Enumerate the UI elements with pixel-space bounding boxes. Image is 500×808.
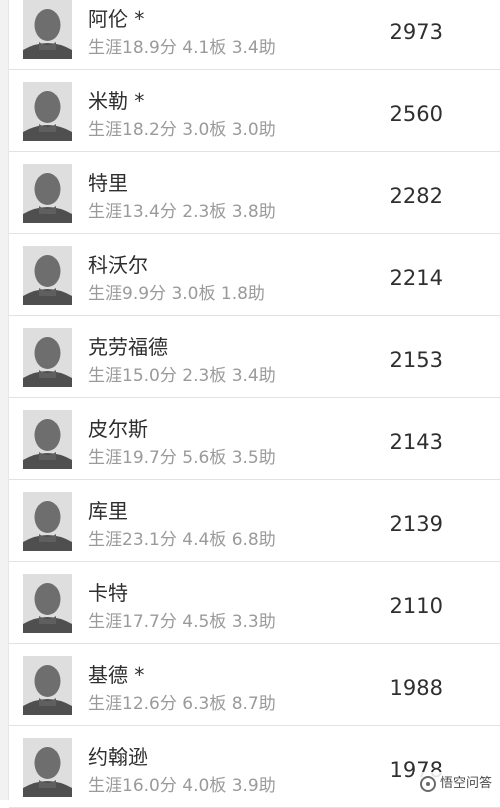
player-row[interactable]: 米勒 * 生涯18.2分 3.0板 3.0助 2560 xyxy=(9,70,500,152)
watermark-text: 悟空问答 xyxy=(439,776,492,791)
player-name: 卡特 xyxy=(88,581,128,605)
player-score: 2560 xyxy=(389,102,443,126)
player-name: 基德 * xyxy=(88,663,145,687)
left-rail xyxy=(0,0,9,800)
player-career-stats: 生涯12.6分 6.3板 8.7助 xyxy=(88,694,276,714)
player-name: 约翰逊 xyxy=(88,745,148,769)
player-score: 2139 xyxy=(389,512,443,536)
player-score: 2153 xyxy=(389,348,443,372)
player-career-stats: 生涯13.4分 2.3板 3.8助 xyxy=(88,202,276,222)
player-ranking-list: 阿伦 * 生涯18.9分 4.1板 3.4助 2973 米勒 * 生涯18.2分 3.0… xyxy=(9,0,500,808)
player-score: 2110 xyxy=(389,594,443,618)
player-career-stats: 生涯9.9分 3.0板 1.8助 xyxy=(88,284,265,304)
player-score: 2282 xyxy=(389,184,443,208)
player-name: 皮尔斯 xyxy=(88,417,148,441)
player-name: 米勒 * xyxy=(88,89,145,113)
player-name: 库里 xyxy=(88,499,128,523)
player-avatar xyxy=(23,492,72,551)
player-avatar xyxy=(23,574,72,633)
player-avatar xyxy=(23,246,72,305)
player-career-stats: 生涯15.0分 2.3板 3.4助 xyxy=(88,366,276,386)
player-avatar xyxy=(23,0,72,59)
player-score: 2214 xyxy=(389,266,443,290)
player-score: 2973 xyxy=(389,20,443,44)
player-row[interactable]: 克劳福德生涯15.0分 2.3板 3.4助 2153 xyxy=(9,316,500,398)
player-score: 1988 xyxy=(389,676,443,700)
player-row[interactable]: 卡特生涯17.7分 4.5板 3.3助 2110 xyxy=(9,562,500,644)
player-name: 科沃尔 xyxy=(88,253,148,277)
player-avatar xyxy=(23,82,72,141)
player-row[interactable]: 科沃尔生涯9.9分 3.0板 1.8助 2214 xyxy=(9,234,500,316)
player-score: 2143 xyxy=(389,430,443,454)
player-career-stats: 生涯18.9分 4.1板 3.4助 xyxy=(88,38,276,58)
wukong-logo-icon xyxy=(419,776,436,792)
player-career-stats: 生涯23.1分 4.4板 6.8助 xyxy=(88,530,276,550)
player-avatar xyxy=(23,164,72,223)
player-row[interactable]: 基德 * 生涯12.6分 6.3板 8.7助 1988 xyxy=(9,644,500,726)
player-row[interactable]: 库里生涯23.1分 4.4板 6.8助 2139 xyxy=(9,480,500,562)
player-career-stats: 生涯16.0分 4.0板 3.9助 xyxy=(88,776,276,796)
player-row[interactable]: 皮尔斯生涯19.7分 5.6板 3.5助 2143 xyxy=(9,398,500,480)
player-name: 克劳福德 xyxy=(88,335,168,359)
player-career-stats: 生涯18.2分 3.0板 3.0助 xyxy=(88,120,276,140)
player-avatar xyxy=(23,328,72,387)
watermark: 悟空问答 xyxy=(413,772,500,796)
player-career-stats: 生涯19.7分 5.6板 3.5助 xyxy=(88,448,276,468)
player-avatar xyxy=(23,410,72,469)
player-row[interactable]: 阿伦 * 生涯18.9分 4.1板 3.4助 2973 xyxy=(9,0,500,70)
player-name: 阿伦 * xyxy=(88,7,145,31)
player-name: 特里 xyxy=(88,171,128,195)
player-career-stats: 生涯17.7分 4.5板 3.3助 xyxy=(88,612,276,632)
player-avatar xyxy=(23,738,72,797)
player-row[interactable]: 特里生涯13.4分 2.3板 3.8助 2282 xyxy=(9,152,500,234)
player-avatar xyxy=(23,656,72,715)
